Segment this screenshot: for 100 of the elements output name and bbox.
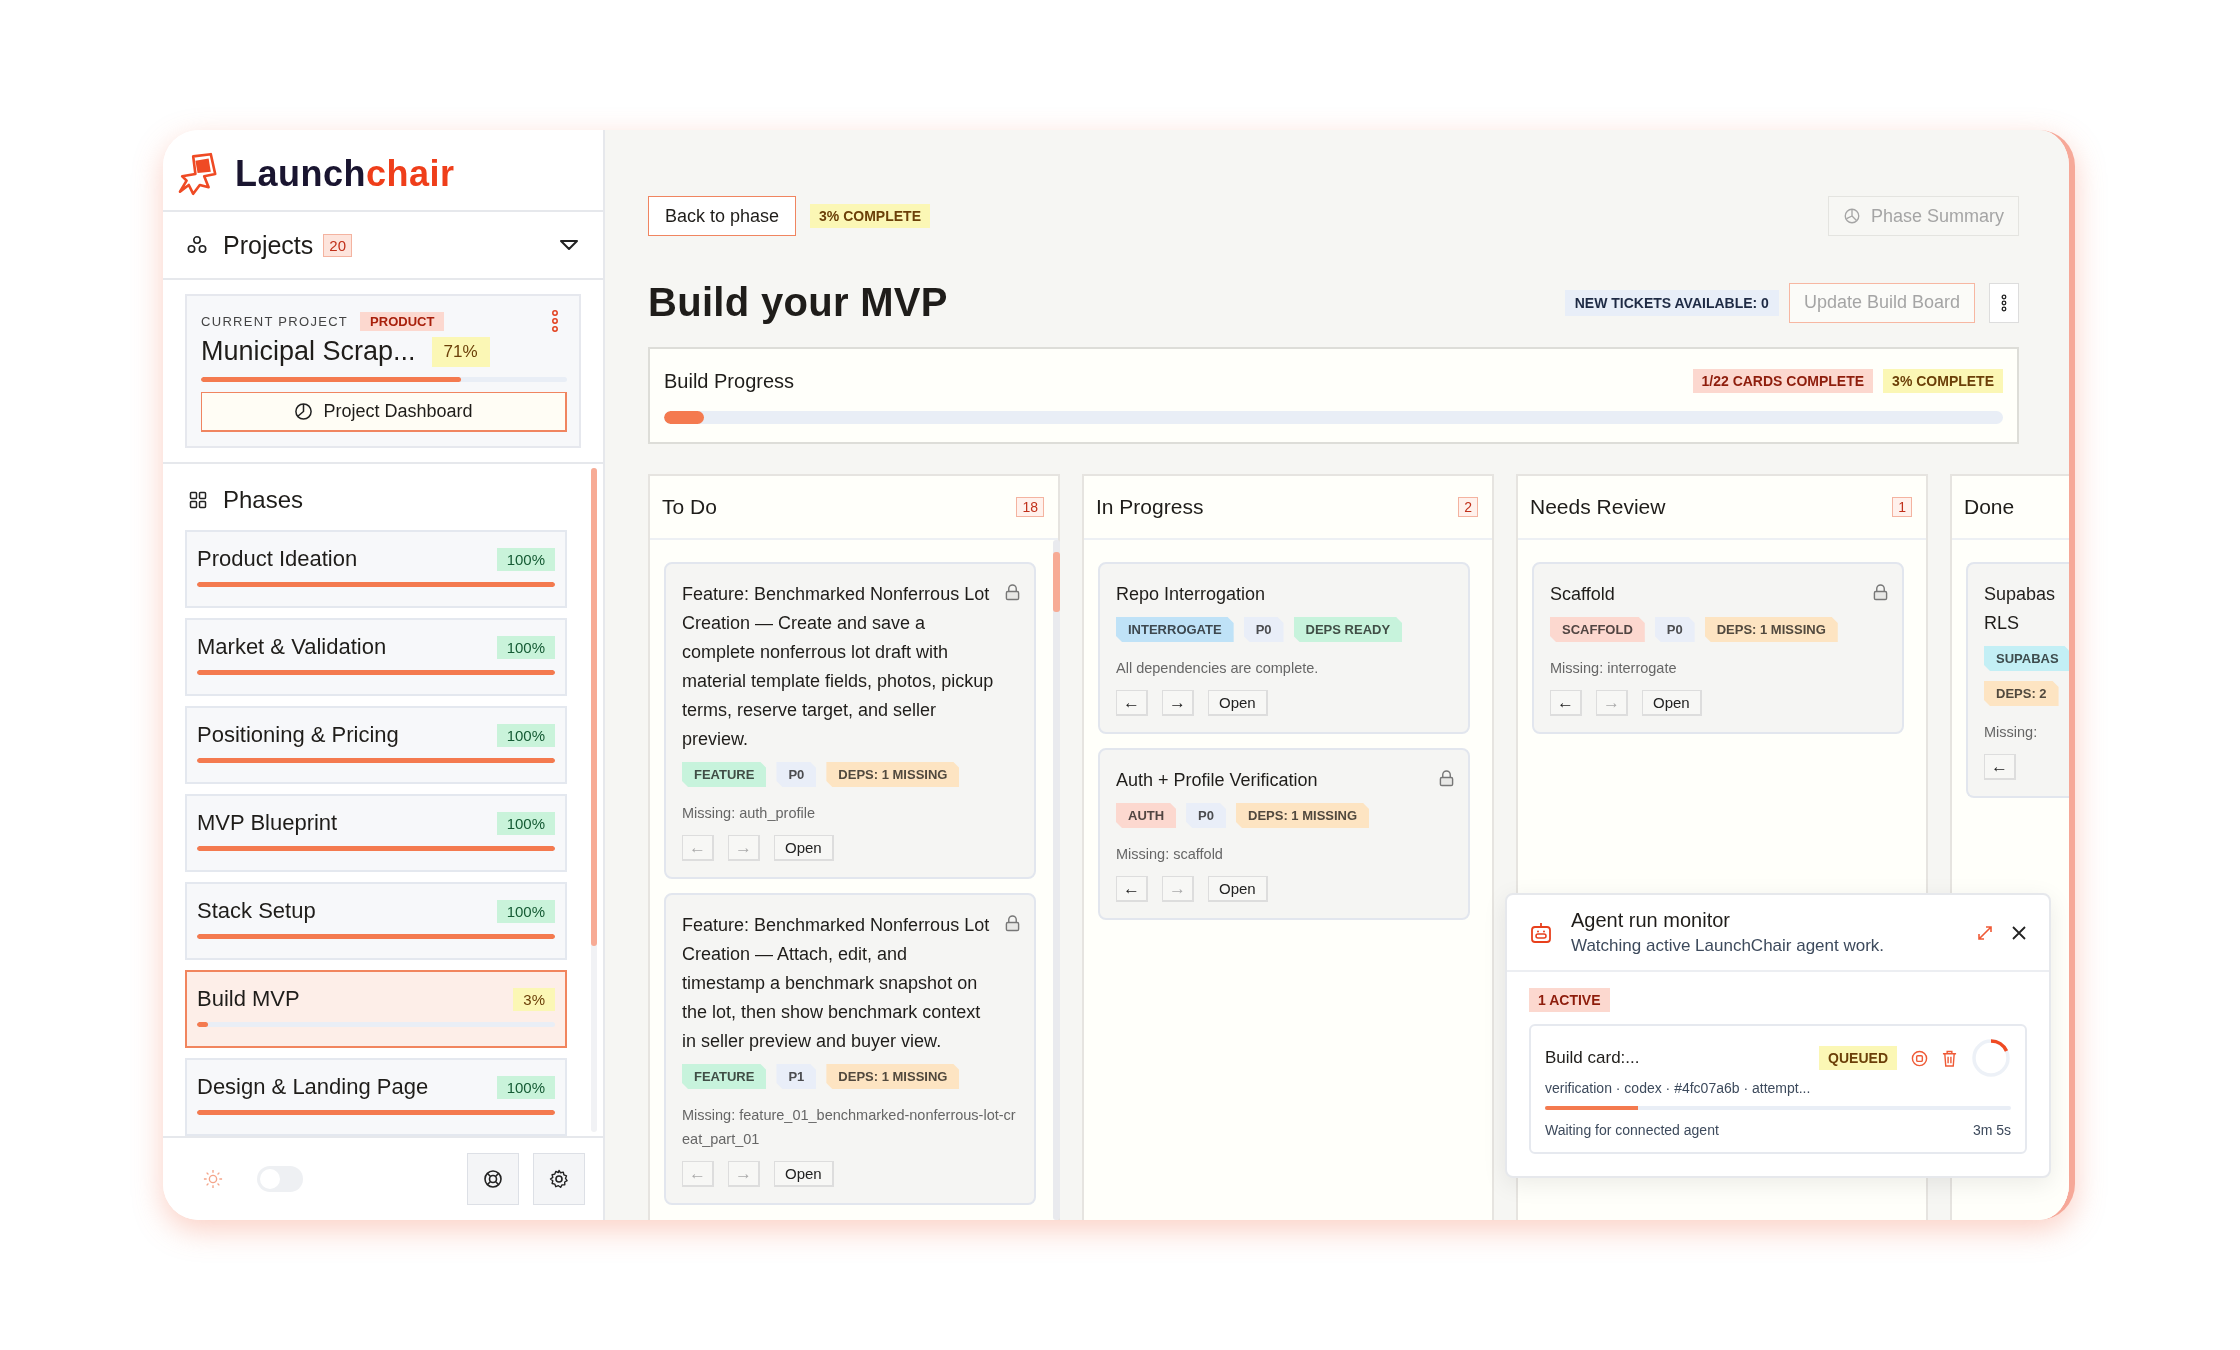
- lifebuoy-icon: [483, 1169, 503, 1189]
- cards-complete-badge: 1/22 CARDS COMPLETE: [1692, 369, 1874, 393]
- card-tag: DEPS: 1 MISSING: [826, 1064, 960, 1089]
- monitor-subtitle: Watching active LaunchChair agent work.: [1571, 936, 1886, 956]
- card-title: Auth + Profile Verification: [1116, 769, 1318, 792]
- open-button[interactable]: Open: [1208, 876, 1268, 902]
- card-note: Missing:: [1984, 723, 2039, 742]
- grid-icon: [189, 491, 207, 509]
- settings-icon: [549, 1169, 569, 1189]
- phase-percent: 3%: [513, 987, 555, 1011]
- card-tag: SUPABAS: [1984, 646, 2069, 671]
- help-button[interactable]: [467, 1153, 519, 1205]
- card-note: Missing: scaffold: [1116, 845, 1224, 864]
- project-dashboard-button[interactable]: Project Dashboard: [201, 392, 567, 432]
- card-title: Supabas RLS: [1984, 583, 2057, 635]
- phase-percent: 100%: [496, 811, 555, 835]
- card-tag: P1: [776, 1064, 817, 1089]
- card-title: Feature: Benchmarked Nonferrous Lot Creation — Create and save a complete nonferrous lot draft with material template fields, photos, pickup terms, reserve target, and seller preview.: [682, 583, 995, 751]
- task-card[interactable]: [664, 893, 1036, 1205]
- phase-item[interactable]: MVP Blueprint 100%: [185, 794, 567, 872]
- phase-item[interactable]: Product Ideation 100%: [185, 530, 567, 608]
- phase-percent: 100%: [496, 899, 555, 923]
- open-button[interactable]: Open: [774, 1161, 834, 1187]
- scrollbar[interactable]: [1053, 540, 1060, 1220]
- project-name: Municipal Scrap...: [201, 336, 416, 367]
- phase-name: Market & Validation: [197, 634, 387, 660]
- card-note: Missing: feature_01_benchmarked-nonferrous-lot-creat_part_01: [682, 1106, 1017, 1149]
- pie-chart-icon: [294, 402, 314, 421]
- stop-icon[interactable]: [1911, 1049, 1928, 1067]
- card-tag: DEPS: 1 MISSING: [1704, 617, 1838, 642]
- projects-dropdown[interactable]: Projects 20: [163, 210, 603, 280]
- card-title: Repo Interrogation: [1116, 583, 1266, 606]
- move-forward-button[interactable]: →: [1162, 690, 1194, 716]
- column-count: 2: [1458, 497, 1478, 517]
- open-button[interactable]: Open: [774, 835, 834, 861]
- more-button[interactable]: [1989, 282, 2019, 323]
- logo-text: Launchchair: [235, 153, 455, 195]
- card-tag: P0: [1654, 617, 1695, 642]
- phase-name: MVP Blueprint: [197, 810, 338, 836]
- run-status: QUEUED: [1819, 1046, 1897, 1070]
- trash-icon[interactable]: [1942, 1049, 1957, 1067]
- open-button[interactable]: Open: [1208, 690, 1268, 716]
- phase-name: Positioning & Pricing: [197, 722, 399, 748]
- projects-icon: [187, 235, 207, 255]
- monitor-title: Agent run monitor: [1571, 909, 1731, 932]
- tickets-badge: NEW TICKETS AVAILABLE: 0: [1564, 289, 1779, 316]
- more-icon[interactable]: [551, 310, 559, 332]
- card-tag: P0: [1186, 803, 1226, 828]
- projects-count: 20: [323, 233, 352, 257]
- task-card[interactable]: Supabas RLS SUPABAS DEPS: 2 Missing: ←: [1966, 562, 2069, 798]
- run-elapsed: 3m 5s: [1972, 1122, 2011, 1138]
- phase-item[interactable]: Design & Landing Page 100%: [185, 1058, 567, 1136]
- move-back-button[interactable]: ←: [1116, 876, 1148, 902]
- card-title: Feature: Benchmarked Nonferrous Lot Creation — Attach, edit, and timestamp a benchmark snapshot on the lot, then show benchmark context in seller preview and buyer view.: [682, 914, 991, 1053]
- task-card[interactable]: Repo Interrogation INTERROGATE P0 DEPS READY All dependencies are complete. ← → Open: [1098, 562, 1470, 734]
- phase-name: Stack Setup: [197, 898, 316, 924]
- phase-item[interactable]: Build MVP 3%: [185, 970, 567, 1048]
- open-button[interactable]: Open: [1642, 690, 1702, 716]
- phase-percent: 100%: [496, 547, 555, 571]
- run-meta: verification · codex · #4fc07a6b · attempt...: [1545, 1080, 1812, 1096]
- card-tag: FEATURE: [682, 762, 767, 787]
- more-icon: [2001, 293, 2007, 312]
- active-count-badge: 1 ACTIVE: [1529, 988, 1610, 1012]
- phase-item[interactable]: Positioning & Pricing 100%: [185, 706, 567, 784]
- caret-icon: [559, 239, 579, 251]
- spinner-icon: [1971, 1038, 2011, 1078]
- project-tag: PRODUCT: [360, 311, 445, 331]
- card-tag: DEPS: 1 MISSING: [826, 762, 960, 787]
- phase-percent: 100%: [496, 635, 555, 659]
- back-to-phase-button[interactable]: Back to phase: [648, 196, 797, 236]
- card-tag: P0: [776, 762, 817, 787]
- chart-icon: [1842, 207, 1861, 225]
- expand-icon[interactable]: [1977, 924, 1993, 941]
- page-title: Build your MVP: [648, 280, 948, 325]
- move-back-button[interactable]: ←: [1116, 690, 1148, 716]
- close-icon[interactable]: [2011, 924, 2027, 941]
- card-tag: AUTH: [1116, 803, 1177, 828]
- column-count: 18: [1016, 497, 1044, 517]
- card-tag: FEATURE: [682, 1064, 767, 1089]
- phase-percent: 100%: [496, 723, 555, 747]
- move-back-button[interactable]: ←: [1984, 754, 2016, 780]
- run-message: Waiting for connected agent: [1545, 1122, 1719, 1138]
- phases-heading: Phases: [223, 486, 304, 514]
- column-count: 1: [1892, 497, 1912, 517]
- column-title: In Progress: [1096, 495, 1204, 519]
- run-title: Build card:...: [1545, 1048, 1640, 1068]
- card-note: All dependencies are complete.: [1116, 659, 1320, 678]
- phase-name: Design & Landing Page: [197, 1074, 429, 1100]
- scrollbar[interactable]: [591, 468, 597, 1132]
- card-note: Missing: interrogate: [1550, 659, 1678, 678]
- projects-label: Projects: [223, 230, 314, 260]
- card-tag: DEPS READY: [1293, 617, 1403, 642]
- phase-item[interactable]: Stack Setup 100%: [185, 882, 567, 960]
- sun-icon: [203, 1169, 223, 1189]
- move-back-button[interactable]: ←: [1550, 690, 1582, 716]
- phase-item[interactable]: Market & Validation 100%: [185, 618, 567, 696]
- card-note: Missing: auth_profile: [682, 804, 816, 823]
- task-card[interactable]: [664, 562, 1036, 879]
- phase-percent: 100%: [496, 1075, 555, 1099]
- settings-button[interactable]: [533, 1153, 585, 1205]
